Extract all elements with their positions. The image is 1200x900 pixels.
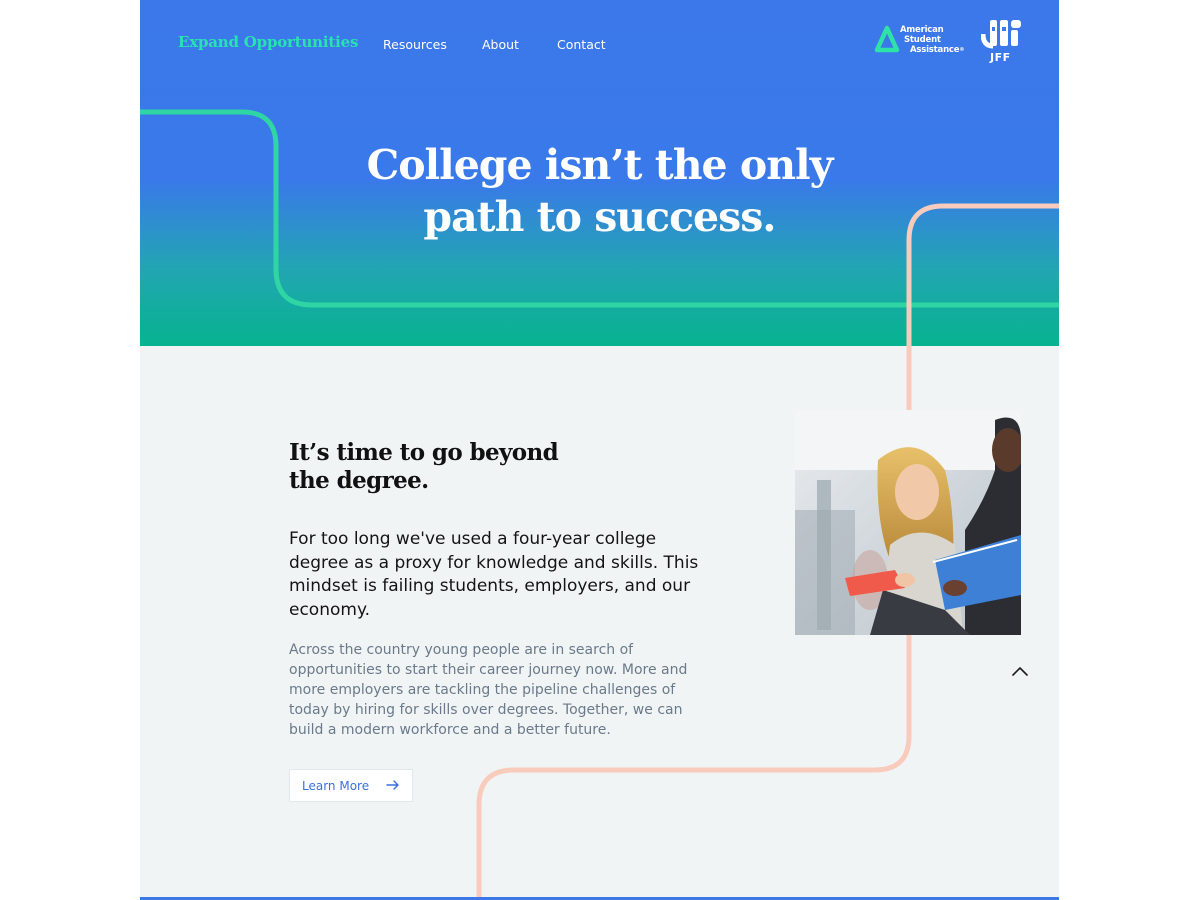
jff-wordmark: JFF <box>990 51 1011 64</box>
hero-title-line-1: College isn’t the only <box>366 141 834 189</box>
section-heading-line-2: the degree. <box>289 467 429 494</box>
american-student-assistance-logo[interactable]: American Student Assistance® <box>874 24 966 58</box>
page: Expand Opportunities Resources About Con… <box>140 0 1059 900</box>
asa-triangle-icon <box>874 25 900 53</box>
chevron-up-icon <box>1012 667 1028 676</box>
nav-link-about[interactable]: About <box>482 37 519 52</box>
asa-registered-mark: ® <box>959 47 965 53</box>
jff-mark-icon <box>980 20 1021 49</box>
scroll-to-top-button[interactable] <box>1010 663 1030 677</box>
asa-line-3: Assistance <box>910 45 960 55</box>
hero-title: College isn’t the only path to success. <box>140 139 1059 243</box>
students-photo <box>795 410 1021 635</box>
nav-link-contact[interactable]: Contact <box>557 37 606 52</box>
hero-title-line-2: path to success. <box>423 193 776 241</box>
jff-logo[interactable]: JFF <box>980 18 1023 66</box>
arrow-right-icon <box>386 780 399 790</box>
brand-link[interactable]: Expand Opportunities <box>178 33 358 51</box>
nav-link-resources[interactable]: Resources <box>383 37 447 52</box>
top-navigation: Expand Opportunities Resources About Con… <box>140 0 1059 90</box>
learn-more-button[interactable]: Learn More <box>289 769 413 802</box>
section-heading-line-1: It’s time to go beyond <box>289 439 559 466</box>
asa-line-1: American <box>900 25 944 35</box>
section-heading: It’s time to go beyond the degree. <box>289 439 649 495</box>
lead-paragraph: For too long we've used a four-year coll… <box>289 529 699 620</box>
body-paragraph: Across the country young people are in s… <box>289 642 688 738</box>
asa-wordmark: American Student Assistance® <box>900 25 964 55</box>
learn-more-label: Learn More <box>302 778 370 793</box>
asa-line-2: Student <box>904 35 941 45</box>
